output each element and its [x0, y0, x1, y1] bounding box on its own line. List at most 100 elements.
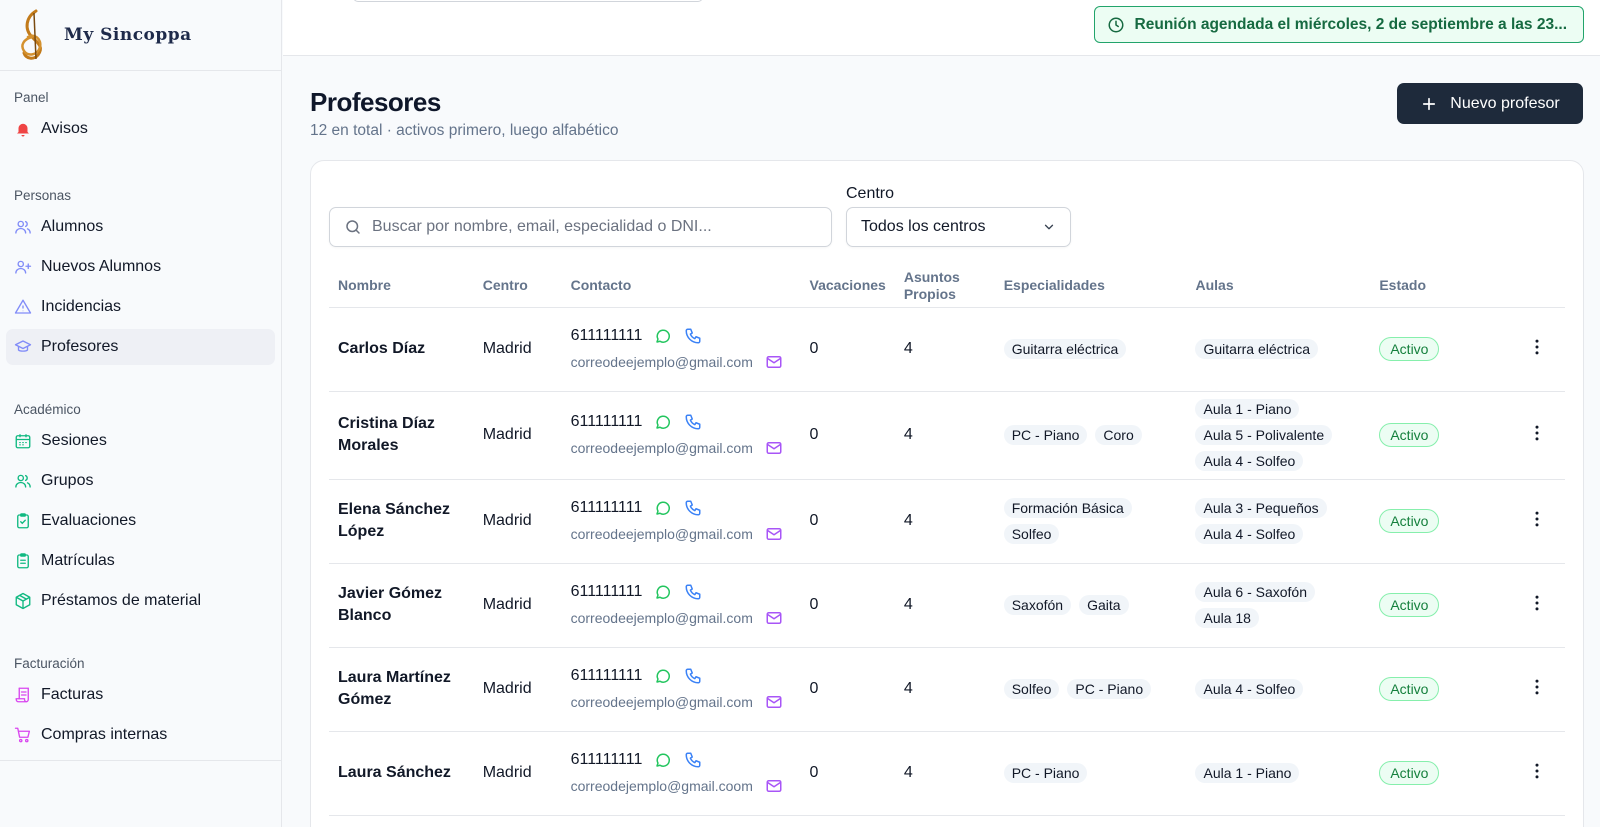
table-row[interactable]: Carlos Díaz Madrid 611111111 correodeeje… [329, 307, 1565, 392]
more-vertical-icon[interactable] [1527, 761, 1547, 781]
whatsapp-icon[interactable] [654, 327, 672, 345]
column-header-actions [1518, 265, 1565, 308]
mail-icon[interactable] [765, 693, 783, 711]
search-box[interactable] [329, 207, 832, 247]
sidebar-item-sesiones[interactable]: Sesiones [6, 423, 275, 459]
teacher-actions [1518, 479, 1565, 564]
table-row[interactable]: Laura Sánchez Madrid 611111111 correodej… [329, 731, 1565, 816]
more-vertical-icon[interactable] [1527, 337, 1547, 357]
status-badge: Activo [1379, 423, 1440, 447]
phone-icon[interactable] [684, 413, 702, 431]
sidebar-item-profesores[interactable]: Profesores [6, 329, 275, 365]
centro-select[interactable]: Todos los centros [846, 207, 1071, 247]
especialidad-tag: Saxofón [1003, 595, 1072, 615]
teacher-estado: Activo [1370, 479, 1518, 564]
warning-icon [14, 299, 32, 314]
nav-section-title: Académico [14, 402, 81, 417]
search-input[interactable] [372, 218, 812, 236]
sidebar-item-facturas[interactable]: Facturas [6, 677, 275, 713]
sidebar-item-prestamos[interactable]: Préstamos de material [6, 583, 275, 619]
teacher-name[interactable]: Carlos Díaz [329, 307, 474, 392]
aula-tag: Aula 5 - Polivalente [1195, 425, 1333, 445]
whatsapp-icon[interactable] [654, 499, 672, 517]
column-header-especialidades[interactable]: Especialidades [994, 265, 1187, 308]
status-badge: Activo [1379, 337, 1440, 361]
phone-icon[interactable] [684, 499, 702, 517]
teacher-contact: 611111111 correodeejemplo@gmail.com [561, 391, 801, 480]
table-row[interactable]: Laura Martínez Gómez Madrid 611111111 co… [329, 647, 1565, 732]
new-teacher-button[interactable]: Nuevo profesor [1397, 83, 1583, 124]
teacher-phone: 611111111 [570, 667, 643, 684]
more-vertical-icon[interactable] [1527, 593, 1547, 613]
topbar-search-remnant[interactable] [353, 0, 703, 2]
teacher-estado: Activo [1370, 731, 1518, 816]
aula-tag: Aula 4 - Solfeo [1195, 451, 1304, 471]
plus-icon [1423, 97, 1436, 110]
column-header-centro[interactable]: Centro [473, 265, 562, 308]
sidebar-item-evaluaciones[interactable]: Evaluaciones [6, 503, 275, 539]
teacher-asuntos-propios: 4 [894, 479, 995, 564]
mail-icon[interactable] [765, 439, 783, 457]
brand[interactable]: My Sincoppa [0, 0, 281, 71]
column-header-vacaciones[interactable]: Vacaciones [800, 265, 895, 308]
teacher-name[interactable]: Laura Sánchez [329, 731, 474, 816]
table-row[interactable]: Javier Gómez Blanco Madrid 611111111 cor… [329, 563, 1565, 648]
especialidad-tag: PC - Piano [1067, 679, 1152, 699]
whatsapp-icon[interactable] [654, 667, 672, 685]
sidebar-item-compras-internas[interactable]: Compras internas [6, 717, 275, 753]
meeting-notification[interactable]: Reunión agendada el miércoles, 2 de sept… [1093, 6, 1584, 43]
sidebar-item-matriculas[interactable]: Matrículas [6, 543, 275, 579]
whatsapp-icon[interactable] [654, 583, 672, 601]
teacher-name[interactable]: Laura Martínez Gómez [329, 647, 474, 732]
table-row[interactable]: Cristina Díaz Morales Madrid 611111111 c… [329, 391, 1565, 480]
teacher-actions [1518, 731, 1565, 816]
teacher-centro: Madrid [473, 563, 562, 648]
page-subtitle: 12 en total · activos primero, luego alf… [310, 122, 619, 139]
teacher-actions [1518, 563, 1565, 648]
mail-icon[interactable] [765, 777, 783, 795]
column-header-aulas[interactable]: Aulas [1186, 265, 1371, 308]
teacher-estado: Activo [1370, 307, 1518, 392]
more-vertical-icon[interactable] [1527, 423, 1547, 443]
teacher-especialidades: PC - Piano [994, 731, 1187, 816]
nav-section-academico: Académico Sesiones Grupos Evaluaciones M… [0, 399, 281, 619]
phone-icon[interactable] [684, 667, 702, 685]
graduation-cap-icon [14, 340, 32, 352]
phone-icon[interactable] [684, 327, 702, 345]
column-header-nombre[interactable]: Nombre [329, 265, 474, 308]
column-header-asuntos-propios[interactable]: Asuntos Propios [894, 265, 995, 308]
sidebar-item-alumnos[interactable]: Alumnos [6, 209, 275, 245]
teacher-name[interactable]: Javier Gómez Blanco [329, 563, 474, 648]
more-vertical-icon[interactable] [1527, 509, 1547, 529]
mail-icon[interactable] [765, 609, 783, 627]
teacher-name[interactable]: Cristina Díaz Morales [329, 391, 474, 480]
table-row[interactable]: Elena Sánchez López Madrid 611111111 cor… [329, 479, 1565, 564]
phone-icon[interactable] [684, 583, 702, 601]
column-header-contacto[interactable]: Contacto [561, 265, 801, 308]
sidebar-item-nuevos-alumnos[interactable]: Nuevos Alumnos [6, 249, 275, 285]
more-vertical-icon[interactable] [1527, 677, 1547, 697]
user-plus-icon [15, 260, 32, 274]
teacher-asuntos-propios: 4 [894, 307, 995, 392]
column-header-estado[interactable]: Estado [1370, 265, 1518, 308]
teacher-centro: Madrid [473, 479, 562, 564]
sidebar-item-label: Avisos [41, 120, 88, 137]
whatsapp-icon[interactable] [654, 413, 672, 431]
aula-tag: Aula 18 [1195, 608, 1259, 628]
sidebar-item-grupos[interactable]: Grupos [6, 463, 275, 499]
phone-icon[interactable] [684, 751, 702, 769]
teacher-actions [1518, 307, 1565, 392]
mail-icon[interactable] [765, 525, 783, 543]
chevron-down-icon [1044, 224, 1054, 230]
sidebar-item-avisos[interactable]: Avisos [6, 111, 275, 147]
sidebar-item-incidencias[interactable]: Incidencias [6, 289, 275, 325]
mail-icon[interactable] [765, 353, 783, 371]
teacher-asuntos-propios: 4 [894, 563, 995, 648]
status-badge: Activo [1379, 593, 1440, 617]
sidebar-nav[interactable]: Panel Avisos Personas Alumnos Nuevos Alu… [0, 71, 281, 760]
whatsapp-icon[interactable] [654, 751, 672, 769]
sidebar-item-label: Grupos [41, 472, 94, 489]
teacher-name[interactable]: Elena Sánchez López [329, 479, 474, 564]
teacher-estado: Activo [1370, 563, 1518, 648]
especialidad-tag: Solfeo [1003, 524, 1060, 544]
